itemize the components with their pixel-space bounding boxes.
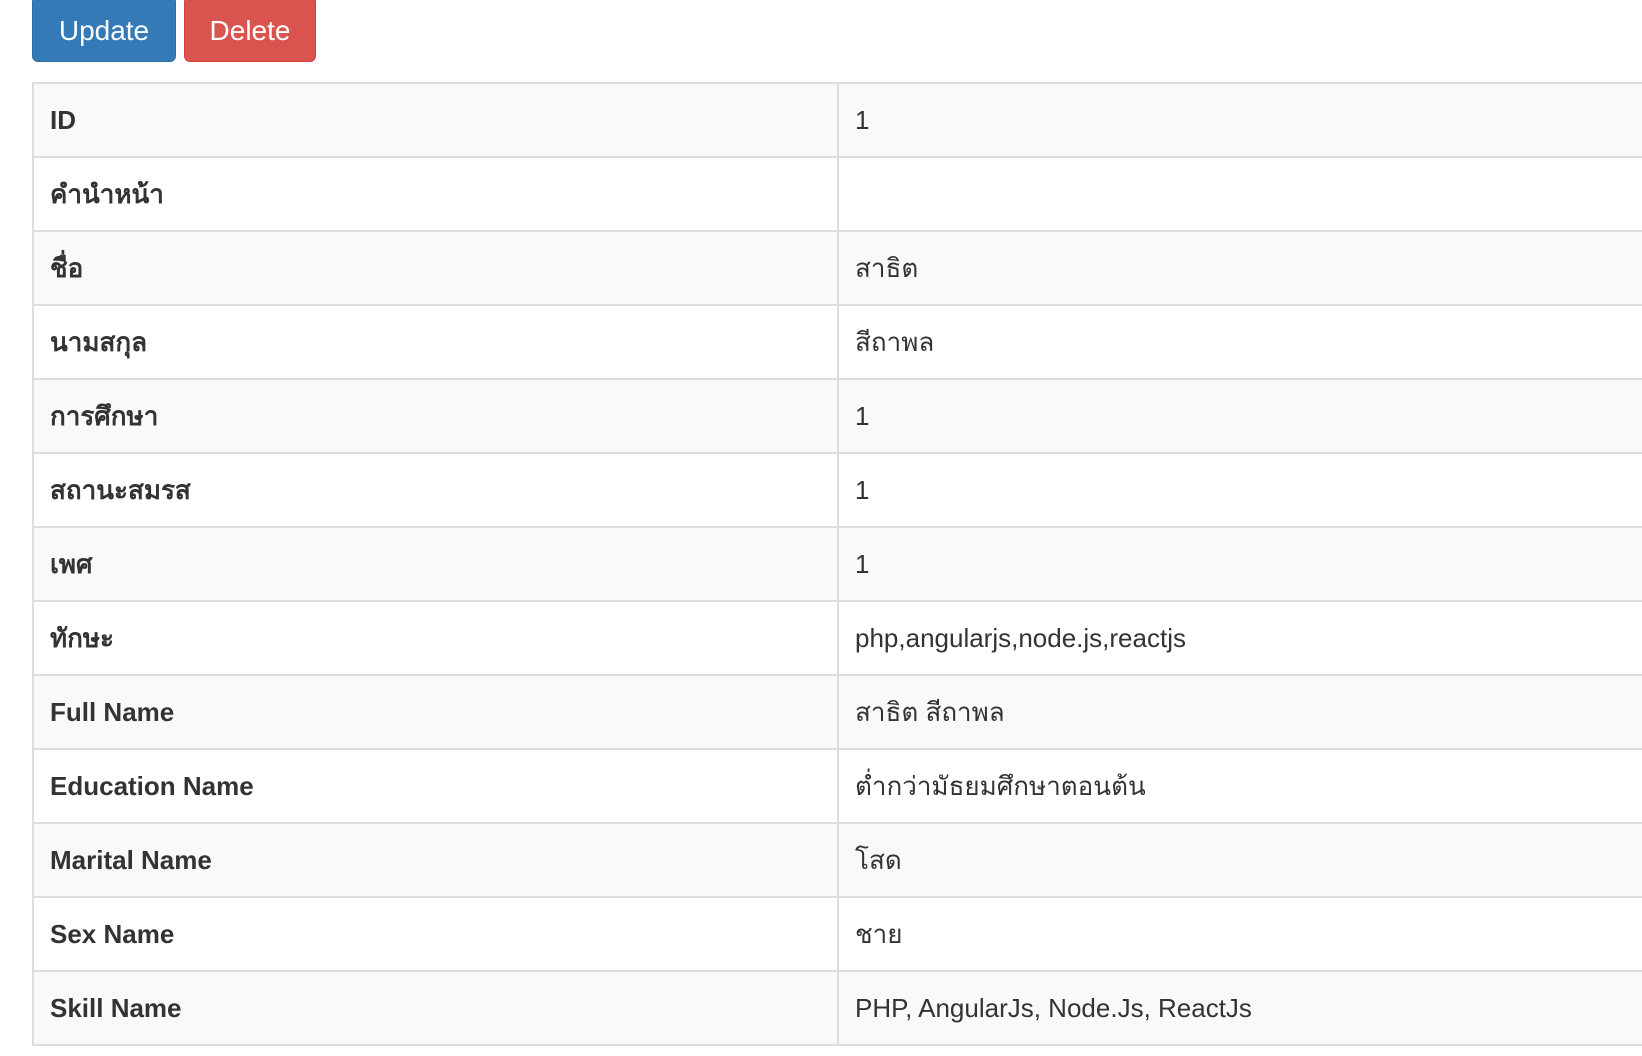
detail-value: 1 bbox=[837, 452, 1642, 528]
detail-value: สาธิต สีถาพล bbox=[837, 674, 1642, 750]
detail-value: ชาย bbox=[837, 896, 1642, 972]
detail-value: สาธิต bbox=[837, 230, 1642, 306]
detail-label: สถานะสมรส bbox=[32, 452, 839, 528]
detail-row-id: ID 1 bbox=[32, 82, 1642, 158]
detail-row-sex-name: Sex Name ชาย bbox=[32, 896, 1642, 972]
detail-label: Education Name bbox=[32, 748, 839, 824]
detail-row-marital-status: สถานะสมรส 1 bbox=[32, 452, 1642, 528]
detail-row-sex: เพศ 1 bbox=[32, 526, 1642, 602]
update-button[interactable]: Update bbox=[32, 0, 176, 62]
detail-row-first-name: ชื่อ สาธิต bbox=[32, 230, 1642, 306]
detail-value: สีถาพล bbox=[837, 304, 1642, 380]
detail-label: นามสกุล bbox=[32, 304, 839, 380]
detail-row-marital-name: Marital Name โสด bbox=[32, 822, 1642, 898]
detail-row-last-name: นามสกุล สีถาพล bbox=[32, 304, 1642, 380]
detail-label: การศึกษา bbox=[32, 378, 839, 454]
detail-row-education: การศึกษา 1 bbox=[32, 378, 1642, 454]
detail-row-full-name: Full Name สาธิต สีถาพล bbox=[32, 674, 1642, 750]
action-toolbar: Update Delete bbox=[32, 0, 316, 62]
detail-view-table: ID 1 คำนำหน้า ชื่อ สาธิต นามสกุล สีถาพล … bbox=[32, 82, 1642, 1046]
record-view-page: Update Delete ID 1 คำนำหน้า ชื่อ สาธิต น… bbox=[0, 0, 1642, 1056]
detail-value: โสด bbox=[837, 822, 1642, 898]
detail-label: Full Name bbox=[32, 674, 839, 750]
detail-value: PHP, AngularJs, Node.Js, ReactJs bbox=[837, 970, 1642, 1046]
detail-value: 1 bbox=[837, 526, 1642, 602]
detail-value: 1 bbox=[837, 378, 1642, 454]
detail-label: ID bbox=[32, 82, 839, 158]
detail-row-skill-name: Skill Name PHP, AngularJs, Node.Js, Reac… bbox=[32, 970, 1642, 1046]
detail-value bbox=[837, 156, 1642, 232]
detail-value: 1 bbox=[837, 82, 1642, 158]
detail-label: Sex Name bbox=[32, 896, 839, 972]
detail-row-skills: ทักษะ php,angularjs,node.js,reactjs bbox=[32, 600, 1642, 676]
detail-value: php,angularjs,node.js,reactjs bbox=[837, 600, 1642, 676]
delete-button[interactable]: Delete bbox=[184, 0, 316, 62]
detail-row-education-name: Education Name ต่ำกว่ามัธยมศึกษาตอนต้น bbox=[32, 748, 1642, 824]
detail-value: ต่ำกว่ามัธยมศึกษาตอนต้น bbox=[837, 748, 1642, 824]
detail-label: ทักษะ bbox=[32, 600, 839, 676]
detail-row-prefix: คำนำหน้า bbox=[32, 156, 1642, 232]
detail-label: ชื่อ bbox=[32, 230, 839, 306]
detail-label: Marital Name bbox=[32, 822, 839, 898]
detail-label: คำนำหน้า bbox=[32, 156, 839, 232]
detail-label: เพศ bbox=[32, 526, 839, 602]
detail-label: Skill Name bbox=[32, 970, 839, 1046]
